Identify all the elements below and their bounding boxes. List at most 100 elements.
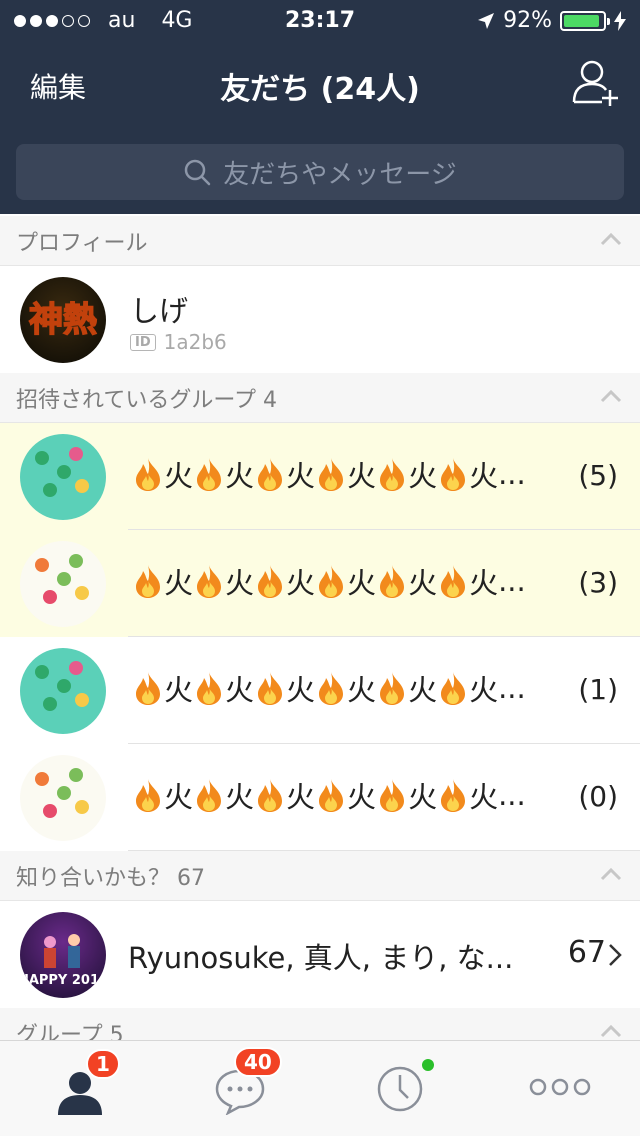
group-name-char: 火 bbox=[469, 673, 499, 707]
group-name-char: 火 bbox=[469, 459, 499, 493]
fire-emoji-icon bbox=[441, 779, 466, 812]
add-friend-icon[interactable] bbox=[572, 58, 622, 108]
fire-emoji-icon bbox=[441, 565, 466, 598]
fire-emoji-icon bbox=[136, 779, 160, 812]
section-header-suggestions[interactable]: 知り合いかも？ 67 bbox=[0, 851, 640, 901]
tab-friends[interactable]: 1 bbox=[0, 1041, 160, 1136]
group-name-char: 火 bbox=[225, 780, 255, 814]
suggestion-row[interactable]: HAPPY 2016 Ryunosuke, 真人, まり, な... 67 bbox=[0, 901, 640, 1008]
group-name-char: 火 bbox=[408, 673, 438, 707]
avatar-text: HAPPY 2016 bbox=[20, 973, 106, 988]
group-name-char: 火 bbox=[347, 459, 377, 493]
chevron-up-icon bbox=[600, 389, 622, 403]
chevron-up-icon bbox=[600, 232, 622, 246]
invited-group-row[interactable]: 火火火火火火... (1) bbox=[0, 637, 640, 744]
profile-id-value: 1a2b6 bbox=[163, 330, 227, 354]
group-name-char: 火 bbox=[347, 780, 377, 814]
group-name-char: 火 bbox=[225, 566, 255, 600]
avatar bbox=[20, 541, 106, 627]
clock-icon bbox=[377, 1066, 423, 1112]
group-name-char: 火 bbox=[225, 459, 255, 493]
fire-emoji-icon bbox=[441, 458, 466, 491]
group-name-char: 火 bbox=[469, 566, 499, 600]
fire-emoji-icon bbox=[258, 565, 283, 598]
tab-chats[interactable]: 40 bbox=[160, 1041, 320, 1136]
page-title: 友だち (24人) bbox=[220, 72, 420, 107]
section-header-profile[interactable]: プロフィール bbox=[0, 216, 640, 266]
group-name-char: 火 bbox=[347, 566, 377, 600]
fire-emoji-icon bbox=[319, 565, 344, 598]
section-header-invited-groups[interactable]: 招待されているグループ 4 bbox=[0, 373, 640, 423]
group-name-char: 火 bbox=[164, 673, 194, 707]
fire-emoji-icon bbox=[258, 672, 283, 705]
profile-name: しげ bbox=[130, 294, 189, 328]
invited-group-row[interactable]: 火火火火火火... (3) bbox=[0, 530, 640, 637]
group-name-char: 火 bbox=[408, 566, 438, 600]
tab-more[interactable] bbox=[480, 1041, 640, 1136]
group-name: 火火火火火火... bbox=[132, 774, 526, 816]
invited-group-row[interactable]: 火火火火火火... (5) bbox=[0, 423, 640, 530]
fire-emoji-icon bbox=[380, 779, 405, 812]
avatar bbox=[20, 755, 106, 841]
chevron-up-icon bbox=[600, 867, 622, 881]
search-icon bbox=[185, 159, 211, 186]
status-bar: au 4G 23:17 92% bbox=[0, 0, 640, 40]
member-count: (3) bbox=[578, 566, 618, 599]
chats-badge: 40 bbox=[234, 1047, 282, 1077]
search-input[interactable]: 友だちやメッセージ bbox=[16, 144, 624, 200]
suggestion-names: Ryunosuke, 真人, まり, な... bbox=[128, 941, 514, 975]
charging-bolt-icon bbox=[614, 10, 626, 31]
search-placeholder: 友だちやメッセージ bbox=[223, 159, 457, 190]
tab-timeline[interactable] bbox=[320, 1041, 480, 1136]
group-name-char: 火 bbox=[347, 673, 377, 707]
group-name-char: 火 bbox=[164, 459, 194, 493]
group-name: 火火火火火火... bbox=[132, 667, 526, 709]
group-name-char: 火 bbox=[286, 780, 316, 814]
battery-icon bbox=[560, 10, 610, 31]
fire-emoji-icon bbox=[258, 458, 283, 491]
section-label: プロフィール bbox=[16, 230, 148, 256]
section-label: 知り合いかも？ 67 bbox=[16, 865, 205, 891]
avatar-text: 神熱 bbox=[29, 300, 97, 340]
ellipsis: ... bbox=[498, 671, 526, 705]
fire-emoji-icon bbox=[380, 672, 405, 705]
member-count: (0) bbox=[578, 780, 618, 813]
location-arrow-icon bbox=[478, 12, 495, 29]
profile-row[interactable]: 神熱 しげ ID 1a2b6 bbox=[0, 266, 640, 373]
ellipsis: ... bbox=[498, 457, 526, 491]
group-name-char: 火 bbox=[408, 459, 438, 493]
id-badge: ID bbox=[130, 333, 156, 351]
new-post-dot bbox=[422, 1059, 434, 1071]
fire-emoji-icon bbox=[319, 672, 344, 705]
ellipsis: ... bbox=[498, 564, 526, 598]
fire-emoji-icon bbox=[197, 779, 222, 812]
fire-emoji-icon bbox=[197, 672, 222, 705]
more-icon bbox=[529, 1078, 591, 1096]
group-name-char: 火 bbox=[225, 673, 255, 707]
fire-emoji-icon bbox=[441, 672, 466, 705]
fire-emoji-icon bbox=[136, 458, 160, 491]
fire-emoji-icon bbox=[197, 458, 222, 491]
group-name-char: 火 bbox=[286, 566, 316, 600]
fire-emoji-icon bbox=[380, 458, 405, 491]
fire-emoji-icon bbox=[258, 779, 283, 812]
invited-group-row[interactable]: 火火火火火火... (0) bbox=[0, 744, 640, 851]
fire-emoji-icon bbox=[319, 779, 344, 812]
avatar bbox=[20, 434, 106, 520]
member-count: (5) bbox=[578, 459, 618, 492]
header: au 4G 23:17 92% 編集 友だち (24人) 友だちやメッセージ bbox=[0, 0, 640, 214]
group-name-char: 火 bbox=[164, 566, 194, 600]
member-count: (1) bbox=[578, 673, 618, 706]
section-label: 招待されているグループ 4 bbox=[16, 387, 278, 413]
profile-id: ID 1a2b6 bbox=[130, 330, 227, 354]
group-name: 火火火火火火... bbox=[132, 560, 526, 602]
fire-emoji-icon bbox=[197, 565, 222, 598]
chevron-up-icon bbox=[600, 1024, 622, 1038]
battery-percent: 92% bbox=[503, 8, 552, 33]
fire-emoji-icon bbox=[380, 565, 405, 598]
ellipsis: ... bbox=[498, 778, 526, 812]
group-name-char: 火 bbox=[164, 780, 194, 814]
fire-emoji-icon bbox=[136, 565, 160, 598]
edit-button[interactable]: 編集 bbox=[30, 66, 86, 106]
suggestion-count: 67 bbox=[567, 935, 606, 970]
